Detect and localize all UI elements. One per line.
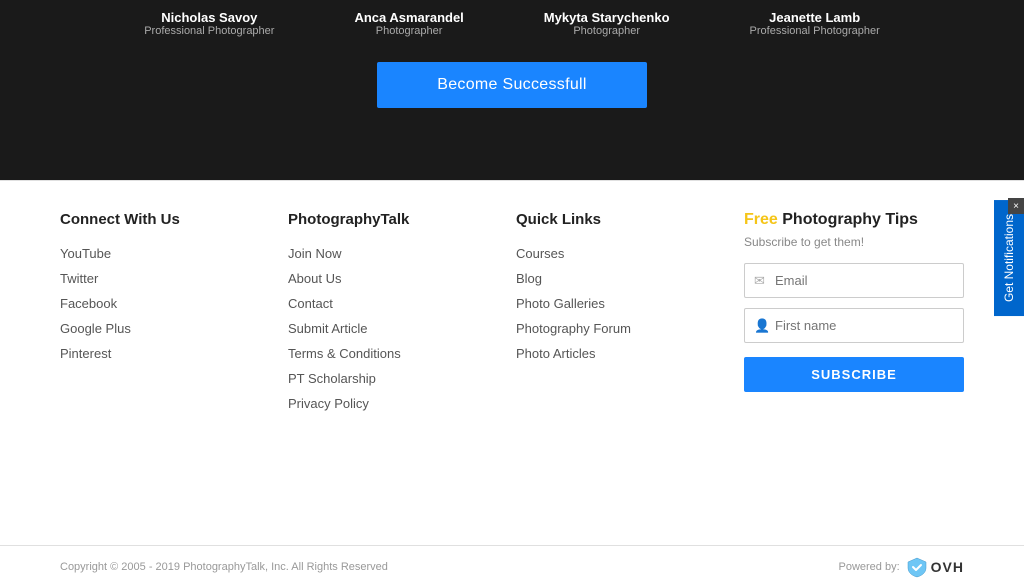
photographer-nicholas: Nicholas Savoy Professional Photographer xyxy=(144,10,274,37)
photographer-title: Professional Photographer xyxy=(144,25,274,37)
link-photo-galleries[interactable]: Photo Galleries xyxy=(516,296,744,311)
link-join-now[interactable]: Join Now xyxy=(288,246,516,261)
subscribe-button[interactable]: SUBSCRIBE xyxy=(744,357,964,392)
photographer-name: Jeanette Lamb xyxy=(750,10,880,25)
link-twitter[interactable]: Twitter xyxy=(60,271,288,286)
photographer-mykyta: Mykyta Starychenko Photographer xyxy=(544,10,670,37)
link-contact[interactable]: Contact xyxy=(288,296,516,311)
powered-label: Powered by: xyxy=(839,561,900,573)
email-input-wrapper: ✉ xyxy=(744,263,964,298)
photographer-title: Photographer xyxy=(354,25,463,37)
free-label: Free xyxy=(744,211,778,228)
footer-col-connect: Connect With Us YouTube Twitter Facebook… xyxy=(60,211,288,421)
link-blog[interactable]: Blog xyxy=(516,271,744,286)
bottom-bar: Copyright © 2005 - 2019 PhotographyTalk,… xyxy=(0,545,1024,588)
photographer-anca: Anca Asmarandel Photographer xyxy=(354,10,463,37)
photographers-row: Nicholas Savoy Professional Photographer… xyxy=(0,0,1024,47)
newsletter-subtitle: Subscribe to get them! xyxy=(744,235,964,249)
phototalk-title: PhotographyTalk xyxy=(288,211,516,228)
link-terms[interactable]: Terms & Conditions xyxy=(288,346,516,361)
newsletter-title: Free Photography Tips xyxy=(744,211,964,229)
photographer-name: Anca Asmarandel xyxy=(354,10,463,25)
photographer-name: Mykyta Starychenko xyxy=(544,10,670,25)
firstname-input[interactable] xyxy=(744,308,964,343)
photographer-title: Professional Photographer xyxy=(750,25,880,37)
top-section: Nicholas Savoy Professional Photographer… xyxy=(0,0,1024,180)
newsletter-col: Free Photography Tips Subscribe to get t… xyxy=(744,211,964,421)
link-pinterest[interactable]: Pinterest xyxy=(60,346,288,361)
notification-tab[interactable]: Get Notifications xyxy=(994,200,1024,316)
become-successful-button[interactable]: Become Successfull xyxy=(377,62,646,108)
footer-section: Connect With Us YouTube Twitter Facebook… xyxy=(0,181,1024,441)
email-icon: ✉ xyxy=(754,273,765,289)
copyright-text: Copyright © 2005 - 2019 PhotographyTalk,… xyxy=(60,561,388,573)
photographer-name: Nicholas Savoy xyxy=(144,10,274,25)
photographer-jeanette: Jeanette Lamb Professional Photographer xyxy=(750,10,880,37)
link-photo-articles[interactable]: Photo Articles xyxy=(516,346,744,361)
firstname-input-wrapper: 👤 xyxy=(744,308,964,343)
footer-col-quicklinks: Quick Links Courses Blog Photo Galleries… xyxy=(516,211,744,421)
link-about-us[interactable]: About Us xyxy=(288,271,516,286)
link-googleplus[interactable]: Google Plus xyxy=(60,321,288,336)
notification-label: Get Notifications xyxy=(1002,214,1016,302)
notification-close-button[interactable]: × xyxy=(1008,198,1024,214)
link-photography-forum[interactable]: Photography Forum xyxy=(516,321,744,336)
link-courses[interactable]: Courses xyxy=(516,246,744,261)
link-facebook[interactable]: Facebook xyxy=(60,296,288,311)
become-btn-wrapper: Become Successfull xyxy=(377,62,646,108)
footer-col-phototalk: PhotographyTalk Join Now About Us Contac… xyxy=(288,211,516,421)
link-privacy[interactable]: Privacy Policy xyxy=(288,396,516,411)
link-scholarship[interactable]: PT Scholarship xyxy=(288,371,516,386)
email-input[interactable] xyxy=(744,263,964,298)
ovh-logo: OVH xyxy=(906,556,964,578)
newsletter-title-rest: Photography Tips xyxy=(778,211,918,228)
link-youtube[interactable]: YouTube xyxy=(60,246,288,261)
connect-title: Connect With Us xyxy=(60,211,288,228)
link-submit-article[interactable]: Submit Article xyxy=(288,321,516,336)
photographer-title: Photographer xyxy=(544,25,670,37)
close-icon: × xyxy=(1013,201,1019,212)
person-icon: 👤 xyxy=(754,318,770,334)
ovh-shield-icon xyxy=(906,556,928,578)
powered-by: Powered by: OVH xyxy=(839,556,965,578)
quicklinks-title: Quick Links xyxy=(516,211,744,228)
ovh-text: OVH xyxy=(931,559,964,575)
